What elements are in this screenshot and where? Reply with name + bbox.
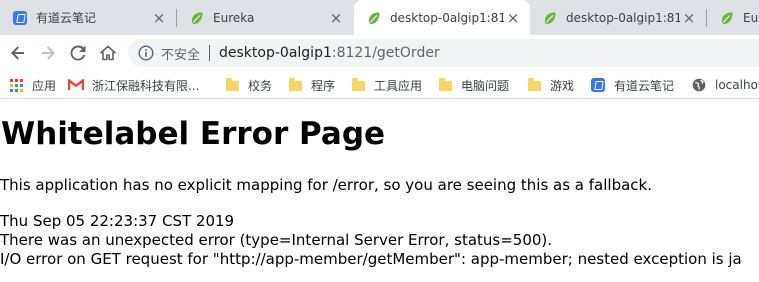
folder-icon xyxy=(437,77,453,93)
folder-icon xyxy=(350,77,366,93)
page-title: Whitelabel Error Page xyxy=(1,116,386,152)
tab-get-order[interactable]: desktop-0algip1:81 × xyxy=(354,0,530,35)
spring-leaf-icon xyxy=(189,10,205,26)
error-timestamp: Thu Sep 05 22:23:37 CST 2019 xyxy=(0,212,235,230)
bookmark-label: 有道云笔记 xyxy=(614,78,675,93)
bookmark-label: 校务 xyxy=(248,78,273,93)
forward-button[interactable] xyxy=(36,41,60,65)
tab-title: desktop-0algip1:81 xyxy=(390,10,504,25)
bookmark-label: localhos xyxy=(715,78,759,92)
tab-youdao-note[interactable]: 有道云笔记 × xyxy=(0,0,176,35)
bookmark-label: 应用 xyxy=(32,78,57,93)
folder-icon xyxy=(287,77,303,93)
close-icon[interactable]: × xyxy=(504,9,522,27)
home-button[interactable] xyxy=(96,41,120,65)
tab-title: desktop-0algip1:81 xyxy=(566,10,680,25)
tab-title: 有道云笔记 xyxy=(36,11,97,25)
page-content: Whitelabel Error Page This application h… xyxy=(0,99,759,282)
address-bar[interactable]: 不安全 desktop-0algip1 :8121/getOrder xyxy=(128,39,759,67)
error-summary: There was an unexpected error (type=Inte… xyxy=(0,231,553,249)
back-button[interactable] xyxy=(6,41,30,65)
bookmark-label: 工具应用 xyxy=(374,78,423,93)
bookmark-folder-pc-issues[interactable]: 电脑问题 xyxy=(437,76,509,94)
bookmark-label: 游戏 xyxy=(550,78,575,93)
bookmark-folder-programs[interactable]: 程序 xyxy=(287,76,335,94)
error-detail: I/O error on GET request for "http://app… xyxy=(0,250,742,268)
bookmark-localhost[interactable]: localhos xyxy=(691,76,759,94)
url-host: desktop-0algip1 xyxy=(219,45,332,61)
tab-eureka[interactable]: Eureka × xyxy=(177,0,353,35)
globe-icon xyxy=(691,77,707,93)
tab-title: Eure xyxy=(743,10,759,25)
youdao-note-icon xyxy=(590,77,606,93)
youdao-note-icon xyxy=(12,10,28,26)
security-label[interactable]: 不安全 xyxy=(161,44,200,63)
bookmarks-bar: 应用 浙江保融科技有限... 校务 程序 工具应用 电脑问题 游戏 有道云笔记 … xyxy=(0,71,759,99)
reload-icon xyxy=(70,45,86,61)
close-icon[interactable]: × xyxy=(680,9,698,27)
apps-grid-icon xyxy=(8,77,24,93)
url-divider xyxy=(209,45,211,61)
browser-toolbar: 不安全 desktop-0algip1 :8121/getOrder xyxy=(0,35,759,71)
tab-eureka-2[interactable]: Eure xyxy=(707,0,759,35)
url-path: :8121/getOrder xyxy=(331,45,440,61)
spring-leaf-icon xyxy=(542,10,558,26)
bookmark-zhejiang[interactable]: 浙江保融科技有限... xyxy=(68,76,199,94)
folder-icon xyxy=(526,77,542,93)
info-icon[interactable] xyxy=(138,45,154,61)
gmail-icon xyxy=(68,77,84,93)
bookmark-folder-games[interactable]: 游戏 xyxy=(526,76,574,94)
bookmark-apps[interactable]: 应用 xyxy=(8,76,56,94)
reload-button[interactable] xyxy=(66,41,90,65)
bookmark-youdao-note[interactable]: 有道云笔记 xyxy=(590,76,674,94)
spring-leaf-icon xyxy=(719,10,735,26)
bookmark-label: 电脑问题 xyxy=(461,78,510,93)
arrow-right-icon xyxy=(42,46,55,60)
arrow-left-icon xyxy=(11,46,24,60)
bookmark-label: 程序 xyxy=(311,78,336,93)
tab-title: Eureka xyxy=(213,10,255,25)
home-icon xyxy=(100,45,116,61)
folder-icon xyxy=(224,77,240,93)
bookmark-label: 浙江保融科技有限... xyxy=(92,78,200,93)
tab-desktop-2[interactable]: desktop-0algip1:81 × xyxy=(530,0,706,35)
close-icon[interactable]: × xyxy=(327,9,345,27)
error-message: This application has no explicit mapping… xyxy=(0,176,652,194)
tab-strip: 有道云笔记 × Eureka × desktop-0algip1:81 × de… xyxy=(0,0,759,35)
close-icon[interactable]: × xyxy=(150,9,168,27)
spring-leaf-icon xyxy=(366,10,382,26)
bookmark-folder-school[interactable]: 校务 xyxy=(224,76,272,94)
bookmark-folder-tools[interactable]: 工具应用 xyxy=(350,76,422,94)
